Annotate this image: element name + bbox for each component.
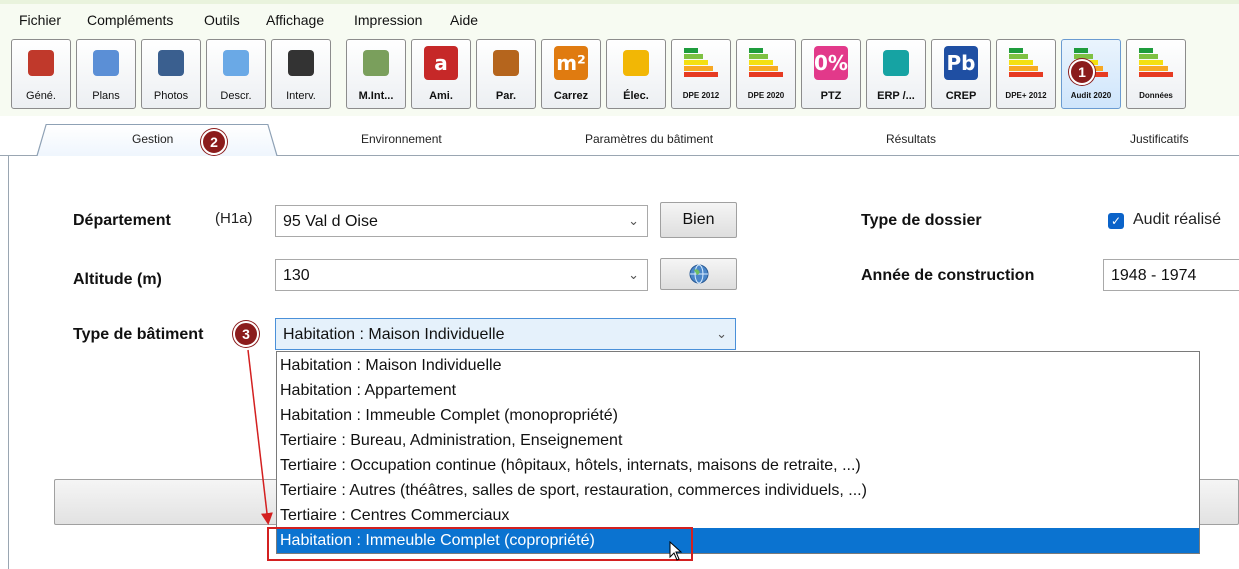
mouse-cursor-icon bbox=[669, 541, 683, 561]
step-badge-3: 3 bbox=[233, 321, 259, 347]
step-badge-1: 1 bbox=[1069, 59, 1095, 85]
step-badge-2: 2 bbox=[201, 129, 227, 155]
annotation-arrow bbox=[247, 349, 273, 525]
